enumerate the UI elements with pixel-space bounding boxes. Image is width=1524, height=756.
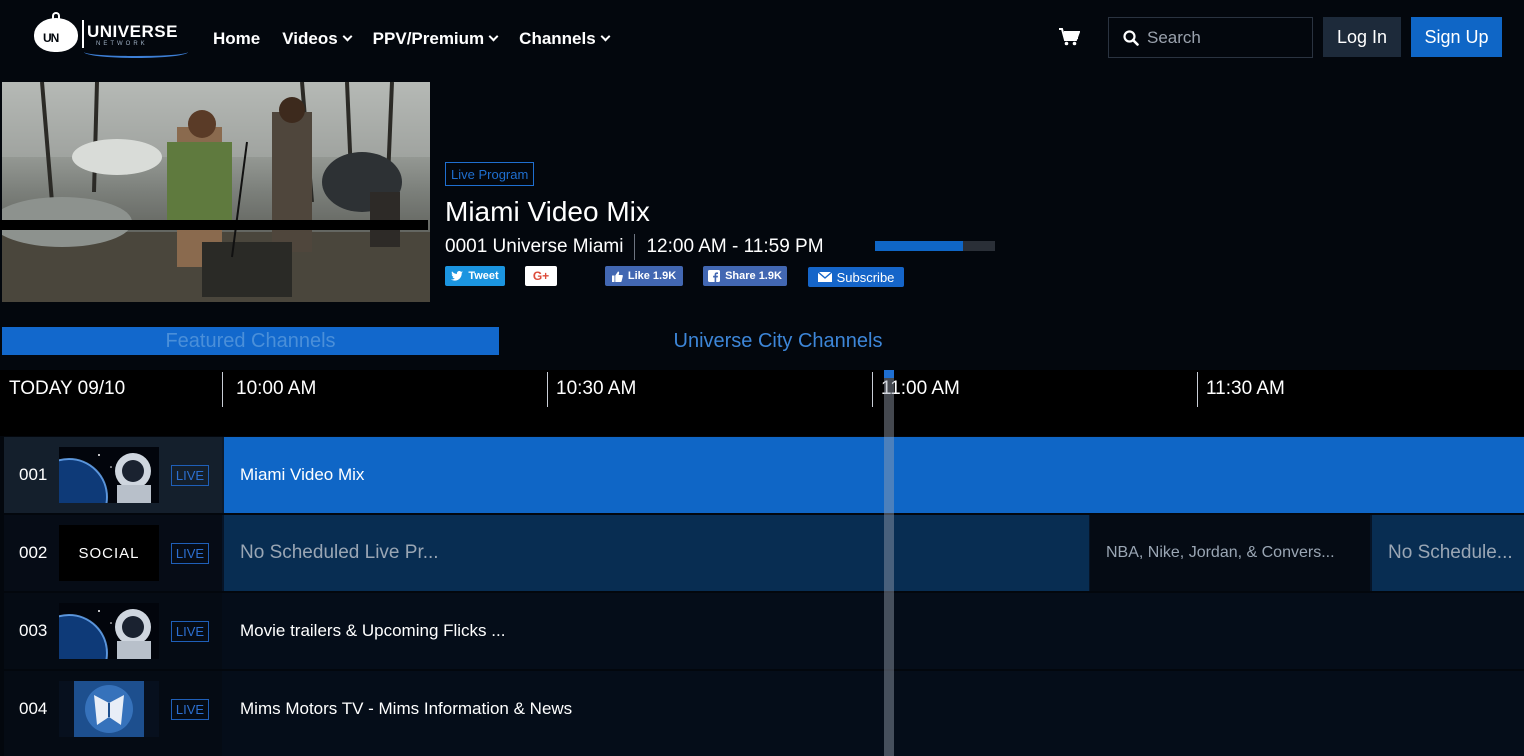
program-cell[interactable]: Movie trailers & Upcoming Flicks ... <box>224 593 1524 669</box>
google-plus-label: G+ <box>532 269 550 283</box>
guide-date-label: TODAY 09/10 <box>9 378 126 399</box>
twitter-bird-icon <box>451 271 464 281</box>
time-slot-1130: 11:30 AM <box>1206 378 1285 399</box>
channel-logo-mims-motors[interactable] <box>59 681 159 737</box>
search-input[interactable] <box>1147 27 1307 48</box>
facebook-icon <box>708 270 721 282</box>
nav-videos[interactable]: Videos <box>282 28 353 50</box>
cart-icon[interactable] <box>1058 28 1080 46</box>
program-cell[interactable]: Miami Video Mix <box>224 437 1524 513</box>
guide-row-002: 002 SOCIAL LIVE No Scheduled Live Pr... … <box>4 515 1524 591</box>
login-button[interactable]: Log In <box>1323 17 1401 57</box>
tab-universe-city-channels[interactable]: Universe City Channels <box>499 327 1057 355</box>
live-program-badge: Live Program <box>445 162 535 186</box>
row-divider <box>0 513 1524 515</box>
logo-badge-text: UN <box>43 31 59 45</box>
logo-wordmark: UNIVERSE <box>87 22 178 41</box>
time-divider <box>547 372 548 407</box>
nav-ppv-premium-label: PPV/Premium <box>372 29 485 48</box>
nav-channels[interactable]: Channels <box>519 28 611 50</box>
program-progress-bar <box>875 241 995 251</box>
astronaut-earth-image <box>59 447 159 503</box>
now-playing-title: Miami Video Mix <box>445 196 650 227</box>
tab-featured-channels[interactable]: Featured Channels <box>2 327 499 355</box>
meta-divider <box>634 234 636 260</box>
facebook-share-button[interactable]: Share 1.9K <box>703 266 787 286</box>
live-badge: LIVE <box>171 699 209 720</box>
tweet-label: Tweet <box>468 270 499 282</box>
live-badge: LIVE <box>171 543 209 564</box>
universe-network-logo[interactable]: UN UNIVERSE NETWORK <box>34 12 192 58</box>
channel-logo-space[interactable] <box>59 603 159 659</box>
logo-divider <box>82 20 84 48</box>
subscribe-button[interactable]: Subscribe <box>808 267 904 287</box>
chevron-down-icon <box>600 31 611 42</box>
live-badge: LIVE <box>171 621 209 642</box>
facebook-share-label: Share 1.9K <box>725 270 782 282</box>
video-frame-image <box>2 82 430 302</box>
nav-videos-label: Videos <box>282 29 338 48</box>
row-divider <box>0 669 1524 671</box>
facebook-like-button[interactable]: Like 1.9K <box>605 266 683 286</box>
search-box[interactable] <box>1108 17 1313 58</box>
channel-number: 001 <box>19 465 48 484</box>
nav-home[interactable]: Home <box>213 28 260 50</box>
channel-number: 004 <box>19 699 48 718</box>
logo-swoosh <box>84 46 188 58</box>
live-badge: LIVE <box>171 465 209 486</box>
program-progress-fill <box>875 241 963 251</box>
chevron-down-icon <box>342 31 353 42</box>
current-time-indicator <box>884 370 894 756</box>
program-cell[interactable]: No Scheduled Live Pr... <box>224 515 1089 591</box>
time-divider <box>1197 372 1198 407</box>
now-playing-meta: 0001 Universe Miami 12:00 AM - 11:59 PM <box>445 234 824 260</box>
now-playing-time-range: 12:00 AM - 11:59 PM <box>646 236 824 257</box>
subscribe-label: Subscribe <box>836 269 895 285</box>
google-plus-button[interactable]: G+ <box>525 266 557 286</box>
channel-logo-social[interactable]: SOCIAL <box>59 525 159 581</box>
thumbs-up-icon <box>611 271 623 282</box>
time-divider <box>872 372 873 407</box>
nav-channels-label: Channels <box>519 29 596 48</box>
now-playing-channel[interactable]: 0001 Universe Miami <box>445 236 623 258</box>
channel-number: 003 <box>19 621 48 640</box>
guide-time-bar <box>0 370 1524 436</box>
program-cell[interactable]: No Schedule... <box>1372 515 1524 591</box>
program-cell[interactable]: NBA, Nike, Jordan, & Convers... <box>1090 515 1370 591</box>
chevron-down-icon <box>488 31 499 42</box>
social-logo-text: SOCIAL <box>78 544 140 562</box>
time-divider <box>222 372 223 407</box>
guide-row-001: 001 LIVE Miami Video Mix <box>4 437 1524 513</box>
current-time-marker <box>884 370 894 378</box>
program-cell[interactable]: Mims Motors TV - Mims Information & News <box>224 671 1524 747</box>
nav-ppv-premium[interactable]: PPV/Premium <box>372 28 499 50</box>
channel-logo-space[interactable] <box>59 447 159 503</box>
time-slot-1000: 10:00 AM <box>236 378 317 399</box>
facebook-like-label: Like 1.9K <box>627 270 677 282</box>
nav-home-label: Home <box>213 29 261 48</box>
guide-row-004: 004 LIVE Mims Motors TV - Mims Informati… <box>4 671 1524 756</box>
player-bottom-band <box>0 220 428 230</box>
guide-row-003: 003 LIVE Movie trailers & Upcoming Flick… <box>4 593 1524 669</box>
mims-motors-emblem <box>59 681 159 737</box>
main-nav: Home Videos PPV/Premium Channels <box>213 28 611 50</box>
astronaut-earth-image <box>59 603 159 659</box>
envelope-icon <box>817 272 832 282</box>
tweet-button[interactable]: Tweet <box>445 266 505 286</box>
signup-button[interactable]: Sign Up <box>1411 17 1502 57</box>
time-slot-1030: 10:30 AM <box>556 378 637 399</box>
search-icon <box>1123 29 1139 46</box>
channel-number: 002 <box>19 543 48 562</box>
video-player-thumbnail[interactable] <box>2 82 430 302</box>
logo-badge: UN <box>34 18 78 52</box>
row-divider <box>0 591 1524 593</box>
